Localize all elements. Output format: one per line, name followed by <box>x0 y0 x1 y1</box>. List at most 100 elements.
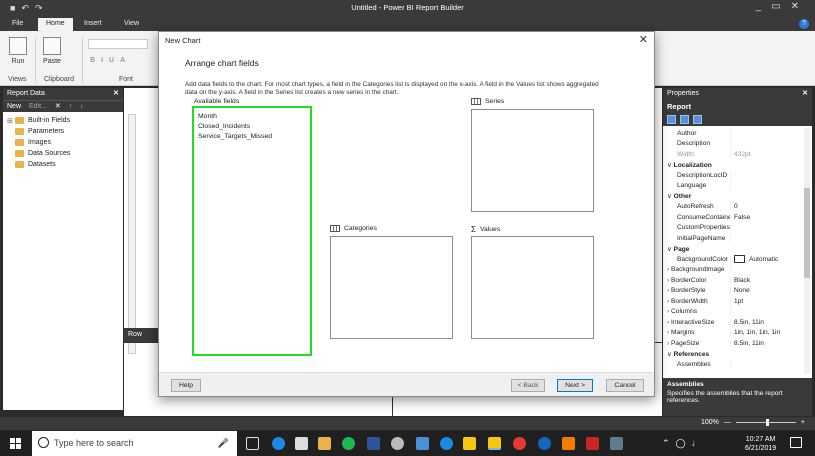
photos-icon[interactable] <box>416 437 429 450</box>
tab-home[interactable]: Home <box>38 18 73 31</box>
tab-insert[interactable]: Insert <box>76 18 110 31</box>
property-value[interactable]: None <box>731 287 750 294</box>
task-view-icon[interactable] <box>246 437 259 450</box>
word-icon[interactable] <box>367 437 380 450</box>
tree-item-data-sources[interactable]: Data Sources <box>7 148 119 159</box>
window-controls[interactable]: _▭✕ <box>756 1 809 12</box>
italic-button[interactable]: I <box>101 57 109 64</box>
zoom-out-icon[interactable]: — <box>724 419 731 426</box>
next-button[interactable]: Next > <box>557 379 593 392</box>
field-item[interactable]: Service_Targets_Missed <box>198 132 306 142</box>
new-button[interactable]: New <box>7 103 21 110</box>
property-value[interactable]: 0 <box>731 203 738 210</box>
property-category[interactable]: Localization <box>663 160 803 171</box>
zoom-control[interactable]: 100% — + <box>701 419 805 426</box>
zoom-slider-knob[interactable] <box>765 419 769 426</box>
property-value[interactable]: 8.5in, 11in <box>731 340 764 347</box>
mail-icon[interactable] <box>295 437 308 450</box>
zoom-in-icon[interactable]: + <box>801 419 805 426</box>
cancel-button[interactable]: Cancel <box>606 379 644 392</box>
property-value[interactable]: False <box>731 214 750 221</box>
property-row[interactable]: Description <box>663 139 803 150</box>
property-row[interactable]: CustomProperties <box>663 223 803 234</box>
values-drop-zone[interactable] <box>471 236 594 339</box>
field-item[interactable]: Closed_Incidents <box>198 122 306 132</box>
font-name-dropdown[interactable] <box>88 39 148 49</box>
spotify-icon[interactable] <box>342 437 355 450</box>
property-row[interactable]: BorderStyleNone <box>663 286 803 297</box>
property-row[interactable]: BorderColorBlack <box>663 275 803 286</box>
property-category[interactable]: References <box>663 349 803 360</box>
property-value[interactable]: Black <box>731 277 750 284</box>
property-row[interactable]: PageSize8.5in, 11in <box>663 338 803 349</box>
expand-icon[interactable]: ⊞ <box>7 117 15 125</box>
back-button[interactable]: < Back <box>511 379 545 392</box>
property-row[interactable]: BackgroundColor Automatic <box>663 254 803 265</box>
system-tray-icons[interactable]: ⌃◯♩ <box>662 438 707 449</box>
field-item[interactable]: Month <box>198 112 306 122</box>
property-row[interactable]: Columns <box>663 307 803 318</box>
property-value[interactable]: 1in, 1in, 1in, 1in <box>731 329 780 336</box>
tree-item-images[interactable]: Images <box>7 137 119 148</box>
property-row[interactable]: BackgroundImage <box>663 265 803 276</box>
report-builder-icon[interactable] <box>488 437 501 450</box>
underline-button[interactable]: U <box>109 57 120 64</box>
property-row[interactable]: ConsumeContainer False <box>663 212 803 223</box>
categories-drop-zone[interactable] <box>330 236 453 339</box>
edge-icon[interactable] <box>272 437 285 450</box>
property-value[interactable]: 432pt <box>731 151 751 158</box>
close-icon[interactable]: ✕ <box>113 89 119 97</box>
app-icon[interactable] <box>538 437 551 450</box>
property-category[interactable]: Other <box>663 191 803 202</box>
taskbar-clock[interactable]: 10:27 AM 6/21/2019 <box>745 435 776 453</box>
property-row[interactable]: InitialPageName <box>663 233 803 244</box>
property-row[interactable]: Width 432pt <box>663 149 803 160</box>
app-icon[interactable] <box>440 437 453 450</box>
move-up-icon[interactable]: ↑ <box>69 103 73 110</box>
available-fields-list[interactable]: Month Closed_Incidents Service_Targets_M… <box>192 106 312 356</box>
property-value[interactable]: 1pt <box>731 298 743 305</box>
zoom-slider[interactable] <box>735 419 796 426</box>
property-category[interactable]: Page <box>663 244 803 255</box>
categorized-icon[interactable] <box>667 115 676 124</box>
property-value[interactable]: Automatic <box>731 255 778 264</box>
tree-item-built-in-fields[interactable]: ⊞ Built-in Fields <box>7 115 119 126</box>
notifications-icon[interactable] <box>790 437 802 448</box>
tab-file[interactable]: File <box>4 18 31 31</box>
file-explorer-icon[interactable] <box>318 437 331 450</box>
microphone-icon[interactable]: 🎤 <box>218 438 229 449</box>
property-pages-icon[interactable] <box>693 115 702 124</box>
app-icon[interactable] <box>391 437 404 450</box>
windows-start-icon[interactable] <box>10 438 21 449</box>
run-button[interactable]: Run <box>6 37 30 65</box>
app-icon[interactable] <box>610 437 623 450</box>
alphabetical-icon[interactable] <box>680 115 689 124</box>
power-bi-icon[interactable] <box>463 437 476 450</box>
tree-item-datasets[interactable]: Datasets <box>7 159 119 170</box>
property-row[interactable]: DescriptionLocID <box>663 170 803 181</box>
scrollbar-thumb[interactable] <box>804 188 810 278</box>
close-icon[interactable]: ✕ <box>639 33 648 46</box>
edit-button[interactable]: Edit... <box>29 103 47 110</box>
help-icon[interactable]: ? <box>799 19 809 29</box>
property-row[interactable]: BorderWidth1pt <box>663 296 803 307</box>
delete-icon[interactable]: ✕ <box>55 103 61 110</box>
chrome-icon[interactable] <box>513 437 526 450</box>
properties-scrollbar[interactable] <box>804 128 810 374</box>
font-buttons[interactable]: BIUA <box>90 57 131 64</box>
property-row[interactable]: AutoRefresh 0 <box>663 202 803 213</box>
app-icon[interactable] <box>562 437 575 450</box>
move-down-icon[interactable]: ↓ <box>80 103 84 110</box>
help-button[interactable]: Help <box>171 379 201 392</box>
bold-button[interactable]: B <box>90 57 101 64</box>
property-value[interactable]: 8.5in, 11in <box>731 319 764 326</box>
series-drop-zone[interactable] <box>471 109 594 212</box>
taskbar-search-input[interactable]: Type here to search 🎤 <box>32 431 237 456</box>
close-icon[interactable]: ✕ <box>802 89 808 97</box>
property-row[interactable]: Author <box>663 128 803 139</box>
property-row[interactable]: Margins1in, 1in, 1in, 1in <box>663 328 803 339</box>
paste-button[interactable]: Paste <box>40 37 64 65</box>
tree-item-parameters[interactable]: Parameters <box>7 126 119 137</box>
tab-view[interactable]: View <box>116 18 147 31</box>
property-row[interactable]: InteractiveSize8.5in, 11in <box>663 317 803 328</box>
